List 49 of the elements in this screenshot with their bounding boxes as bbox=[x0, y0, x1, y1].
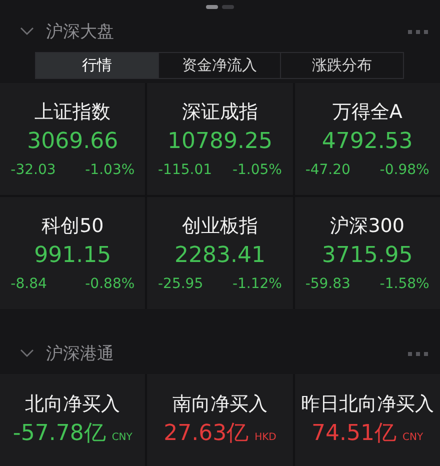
flow-card[interactable]: 北向净买入 -57.78亿 CNY bbox=[0, 374, 146, 466]
index-name: 沪深300 bbox=[330, 214, 404, 238]
flow-card[interactable]: 南向净买入 27.63亿 HKD bbox=[147, 374, 293, 466]
index-card[interactable]: 沪深300 3715.95 -59.83 -1.58% bbox=[294, 197, 440, 310]
index-name: 上证指数 bbox=[34, 100, 111, 124]
index-value: 3715.95 bbox=[322, 242, 413, 270]
chevron-icon[interactable] bbox=[20, 349, 34, 358]
index-value: 3069.66 bbox=[27, 128, 118, 156]
currency-label: CNY bbox=[402, 432, 424, 443]
change-percent: -1.58% bbox=[380, 276, 430, 292]
index-card[interactable]: 深证成指 10789.25 -115.01 -1.05% bbox=[147, 83, 293, 196]
change-percent: -0.98% bbox=[380, 162, 430, 178]
tab[interactable]: 行情 bbox=[36, 52, 159, 78]
flow-name: 南向净买入 bbox=[172, 392, 268, 416]
flow-value: 74.51亿 bbox=[312, 420, 397, 448]
section-title: 沪深港通 bbox=[46, 343, 115, 366]
more-icon[interactable] bbox=[408, 352, 428, 356]
flow-name: 北向净买入 bbox=[25, 392, 120, 416]
index-name: 深证成指 bbox=[182, 100, 258, 124]
flow-value: -57.78亿 bbox=[12, 420, 106, 448]
index-value: 991.15 bbox=[34, 242, 112, 270]
index-value: 2283.41 bbox=[174, 242, 266, 270]
index-name: 万得全A bbox=[332, 100, 402, 124]
change-percent: -1.12% bbox=[232, 276, 282, 292]
index-value: 4792.53 bbox=[322, 128, 413, 156]
change-value: -59.83 bbox=[305, 276, 350, 292]
index-card[interactable]: 科创50 991.15 -8.84 -0.88% bbox=[0, 197, 146, 310]
chevron-icon[interactable] bbox=[20, 27, 34, 36]
change-value: -47.20 bbox=[305, 162, 350, 178]
currency-label: CNY bbox=[112, 432, 132, 443]
change-value: -115.01 bbox=[158, 162, 212, 178]
section-title: 沪深大盘 bbox=[46, 21, 115, 44]
change-percent: -1.03% bbox=[85, 162, 135, 178]
index-name: 科创50 bbox=[42, 214, 104, 238]
change-value: -8.84 bbox=[10, 276, 47, 292]
change-percent: -1.05% bbox=[232, 162, 282, 178]
flow-card[interactable]: 昨日北向净买入 74.51亿 CNY bbox=[294, 374, 440, 466]
index-card[interactable]: 万得全A 4792.53 -47.20 -0.98% bbox=[294, 83, 440, 196]
flow-value: 27.63亿 bbox=[164, 420, 249, 448]
currency-label: HKD bbox=[254, 432, 276, 443]
more-icon[interactable] bbox=[408, 30, 428, 34]
index-name: 创业板指 bbox=[182, 214, 258, 238]
change-value: -25.95 bbox=[158, 276, 204, 292]
index-value: 10789.25 bbox=[168, 128, 272, 156]
index-card[interactable]: 上证指数 3069.66 -32.03 -1.03% bbox=[0, 83, 146, 196]
flow-name: 昨日北向净买入 bbox=[300, 392, 434, 416]
index-card[interactable]: 创业板指 2283.41 -25.95 -1.12% bbox=[147, 197, 293, 310]
change-percent: -0.88% bbox=[85, 276, 135, 292]
change-value: -32.03 bbox=[10, 162, 56, 178]
